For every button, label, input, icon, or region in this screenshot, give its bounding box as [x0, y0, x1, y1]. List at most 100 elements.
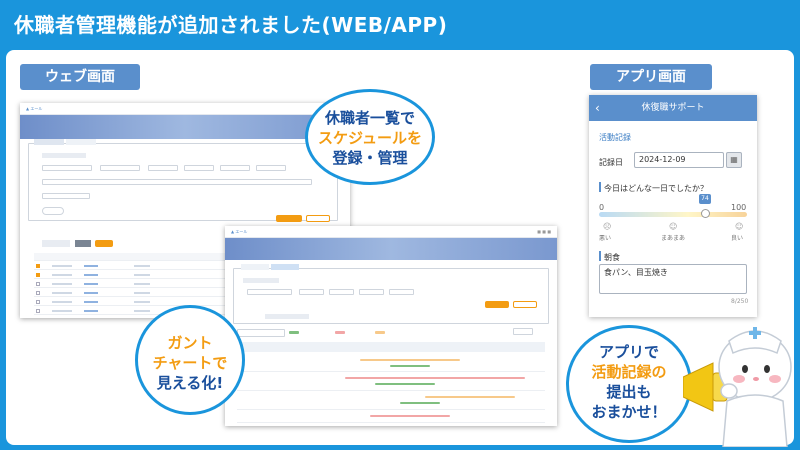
app-section-title: 活動記録	[599, 133, 631, 142]
nurse-mascot-illustration	[683, 327, 792, 447]
mini-field	[359, 289, 384, 295]
gantt-bar	[400, 402, 440, 404]
slider-min: 0	[599, 203, 605, 212]
gantt-bar	[370, 415, 450, 417]
face-label-neutral: まあまあ	[661, 235, 686, 242]
meal-title: 朝食	[604, 253, 620, 262]
mini-user-area: ■ ■ ■	[537, 229, 551, 234]
mood-question: 今日はどんな一日でしたか？	[604, 184, 708, 193]
mini-field	[42, 193, 90, 199]
mini-date-select	[513, 328, 533, 335]
legend-swatch	[335, 331, 345, 334]
mini-logo: ▲ エール	[231, 229, 248, 234]
list-feature-bubble: 休職者一覧で スケジュールを 登録・管理	[305, 89, 435, 185]
mini-action-btn	[95, 240, 113, 247]
app-title: 休復職サポート	[641, 103, 705, 113]
legend-swatch	[375, 331, 385, 334]
char-count: 8/250	[731, 298, 749, 305]
chevron-left-icon[interactable]: ‹	[595, 95, 600, 121]
table-row	[34, 253, 234, 261]
bubble-line: チャートで	[152, 354, 228, 372]
slider-value-badge: 74	[699, 194, 711, 204]
mini-legend	[237, 329, 285, 337]
bubble-line: アプリで	[598, 343, 659, 361]
gantt-row	[237, 411, 545, 423]
question-marker	[599, 182, 601, 192]
bubble-line: 登録・管理	[332, 149, 408, 167]
table-row	[34, 280, 234, 288]
bad-face-icon: ☹	[603, 222, 612, 231]
bubble-line: スケジュールを	[318, 129, 422, 147]
mini-field	[100, 165, 140, 171]
mini-field	[389, 289, 414, 295]
mini-search-button	[276, 215, 302, 222]
bubble-line: 見える化!	[156, 374, 224, 392]
legend-swatch	[289, 331, 299, 334]
slider-value: 74	[701, 195, 709, 202]
bubble-line: 活動記録の	[591, 363, 667, 381]
mini-tab-1	[241, 264, 269, 270]
bubble-line: 提出も	[606, 383, 652, 401]
gantt-bar	[390, 365, 430, 367]
megaphone-icon	[683, 362, 714, 412]
mini-action-btn	[42, 240, 70, 247]
mini-tab-2	[66, 139, 96, 145]
mini-clear-button	[513, 301, 537, 308]
meal-textarea[interactable]: 食パン、目玉焼き	[599, 264, 747, 294]
mini-field	[42, 179, 312, 185]
face-label-bad: 悪い	[599, 235, 612, 242]
gantt-bar	[425, 396, 515, 398]
mini-field	[329, 289, 354, 295]
gantt-row	[237, 392, 545, 410]
table-row	[34, 262, 234, 270]
bubble-line: おまかせ！	[591, 403, 667, 421]
app-section-label: アプリ画面	[590, 64, 712, 90]
bubble-line: 休職者一覧で	[324, 109, 415, 127]
mini-field	[42, 207, 64, 215]
mini-filter-chip	[265, 314, 309, 319]
meal-marker	[599, 251, 601, 261]
mini-field	[299, 289, 324, 295]
mini-top-bar: ▲ エール ■ ■ ■	[20, 103, 350, 115]
mini-clear-button	[306, 215, 330, 222]
slider-max: 100	[731, 203, 747, 212]
gantt-bar	[375, 383, 435, 385]
slider-thumb[interactable]	[701, 209, 710, 218]
calendar-icon[interactable]: ▦	[726, 152, 742, 168]
mini-banner	[20, 115, 350, 139]
mini-banner	[225, 238, 557, 260]
gantt-header	[237, 342, 545, 352]
gantt-bar	[360, 359, 460, 361]
mini-top-bar: ▲ エール ■ ■ ■	[225, 226, 557, 238]
date-label: 記録日	[599, 158, 623, 167]
web-gantt-screenshot: ▲ エール ■ ■ ■	[225, 226, 557, 426]
mini-field	[256, 165, 286, 171]
mini-filter-chip	[42, 153, 86, 158]
mood-slider-track[interactable]	[599, 212, 747, 217]
mini-search-button	[485, 301, 509, 308]
mini-tab-1	[34, 139, 64, 145]
gantt-row	[237, 373, 545, 391]
mini-field	[42, 165, 92, 171]
mini-field	[184, 165, 214, 171]
neutral-face-icon: ☺	[669, 222, 678, 231]
table-row	[34, 289, 234, 297]
mini-field	[148, 165, 178, 171]
app-feature-bubble: アプリで 活動記録の 提出も おまかせ！	[566, 325, 692, 443]
gantt-row	[237, 354, 545, 372]
app-header: ‹ 休復職サポート	[589, 95, 757, 121]
table-row	[34, 298, 234, 306]
date-input[interactable]: 2024-12-09	[634, 152, 724, 168]
app-screen: ‹ 休復職サポート 活動記録 記録日 2024-12-09 ▦ 今日はどんな一日…	[589, 95, 757, 317]
mini-field	[247, 289, 292, 295]
header-bar: 休職者管理機能が追加されました(WEB/APP)	[0, 0, 800, 48]
web-section-label: ウェブ画面	[20, 64, 140, 90]
table-row	[34, 271, 234, 279]
mini-field	[220, 165, 250, 171]
gantt-bar	[345, 377, 525, 379]
bubble-line: ガント	[167, 334, 213, 352]
mini-logo: ▲ エール	[26, 106, 43, 111]
face-label-good: 良い	[731, 235, 744, 242]
gantt-feature-bubble: ガント チャートで 見える化!	[135, 305, 245, 415]
header-title: 休職者管理機能が追加されました(WEB/APP)	[14, 13, 448, 37]
